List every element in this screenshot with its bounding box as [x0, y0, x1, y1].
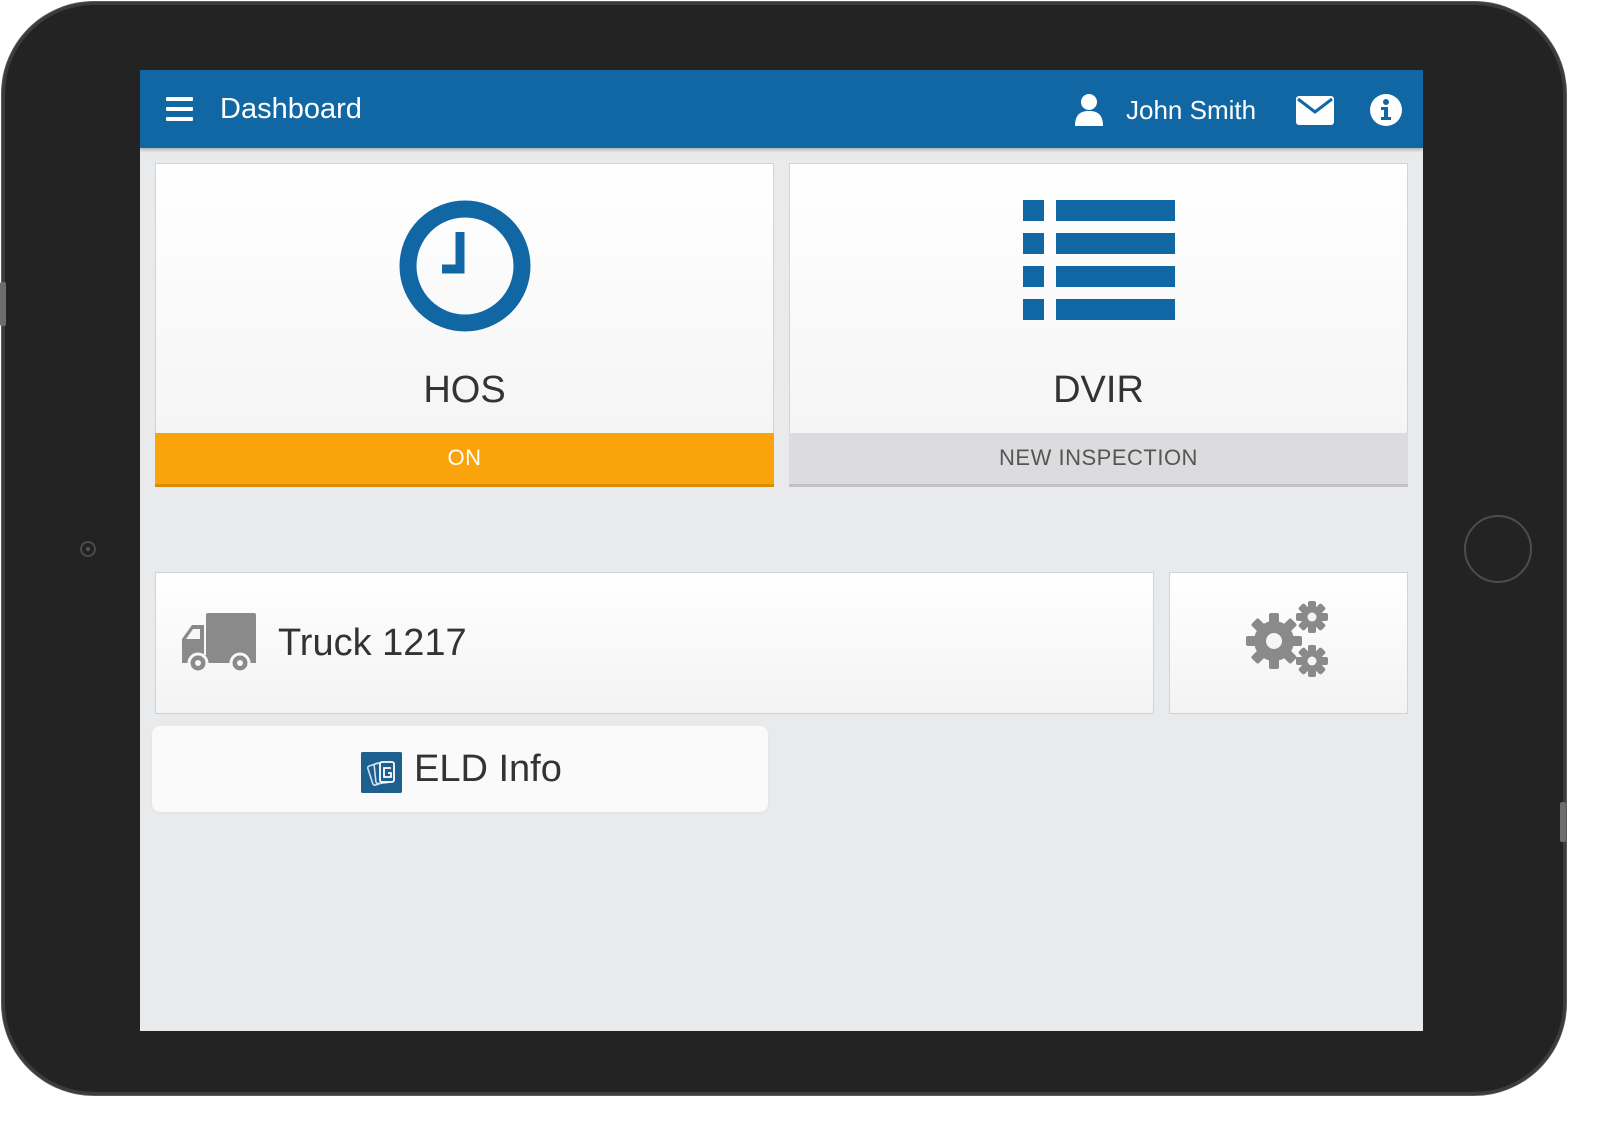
mail-icon[interactable] [1296, 96, 1334, 125]
hos-label: HOS [423, 369, 506, 411]
hos-status: ON [155, 433, 774, 487]
vehicle-label: Truck 1217 [278, 622, 467, 664]
menu-icon[interactable] [166, 97, 193, 121]
side-button [1560, 802, 1566, 842]
eld-logo-icon [361, 752, 402, 793]
clock-icon [399, 200, 531, 332]
hos-tile[interactable]: HOS ON [155, 163, 774, 487]
eld-info-label: ELD Info [414, 748, 562, 790]
eld-info-button[interactable]: ELD Info [152, 726, 768, 812]
home-button[interactable] [1464, 515, 1532, 583]
top-bar: Dashboard John Smith [140, 70, 1423, 148]
list-icon [1023, 200, 1175, 320]
gears-icon [1246, 601, 1328, 677]
page-title: Dashboard [220, 93, 362, 125]
app-screen: Dashboard John Smith HOS ON DVIR NEW INS… [140, 70, 1423, 1031]
camera [80, 541, 96, 557]
settings-button[interactable] [1169, 572, 1408, 714]
dvir-label: DVIR [1053, 369, 1144, 411]
dvir-status: NEW INSPECTION [789, 433, 1408, 487]
vehicle-card[interactable]: Truck 1217 [155, 572, 1154, 714]
truck-icon [182, 613, 256, 674]
user-name[interactable]: John Smith [1126, 94, 1256, 126]
user-icon [1075, 94, 1103, 126]
info-icon[interactable] [1369, 93, 1403, 127]
dvir-tile[interactable]: DVIR NEW INSPECTION [789, 163, 1408, 487]
side-button [0, 282, 6, 326]
